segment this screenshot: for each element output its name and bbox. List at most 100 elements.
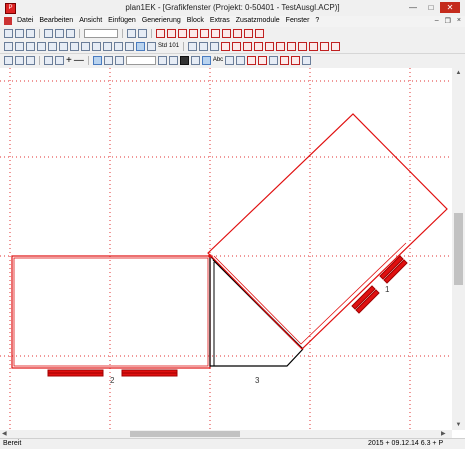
tool-25-icon[interactable] <box>298 42 308 51</box>
maximize-icon[interactable]: □ <box>424 2 438 13</box>
paste-icon[interactable] <box>66 29 75 38</box>
export-icon[interactable] <box>291 56 301 65</box>
menu-generierung[interactable]: Generierung <box>142 17 181 24</box>
plus-icon[interactable]: + <box>66 56 72 66</box>
open-folder-icon[interactable] <box>15 29 24 38</box>
tool-27-icon[interactable] <box>320 42 330 51</box>
menu-block[interactable]: Block <box>187 17 204 24</box>
zoom-all-icon[interactable] <box>55 56 64 65</box>
tool-18-icon[interactable] <box>221 42 231 51</box>
view-3d-icon[interactable] <box>258 56 268 65</box>
measure-icon[interactable] <box>269 56 279 65</box>
menu-zusatzmodule[interactable]: Zusatzmodule <box>236 17 280 24</box>
tool-8-icon[interactable] <box>81 42 90 51</box>
tool-19-icon[interactable] <box>232 42 242 51</box>
tool-22-icon[interactable] <box>265 42 275 51</box>
tool-1-icon[interactable] <box>4 42 13 51</box>
scroll-right-icon[interactable]: ▶ <box>441 430 446 438</box>
settings-icon[interactable] <box>302 56 312 65</box>
scroll-down-icon[interactable]: ▼ <box>452 420 465 430</box>
vertical-scrollbar[interactable]: ▲ ▼ <box>452 68 465 430</box>
element-opening-icon[interactable] <box>233 29 242 38</box>
scroll-up-icon[interactable]: ▲ <box>452 68 465 78</box>
std-button[interactable]: Std <box>158 42 167 51</box>
scroll-left-icon[interactable]: ◀ <box>2 430 7 438</box>
horizontal-scroll-thumb[interactable] <box>130 431 240 437</box>
dimension-icon[interactable] <box>201 56 211 65</box>
grid-icon[interactable] <box>92 56 102 65</box>
cut-icon[interactable] <box>44 29 53 38</box>
tool-16-icon[interactable] <box>199 42 209 51</box>
tool-7-icon[interactable] <box>70 42 79 51</box>
menu-ansicht[interactable]: Ansicht <box>79 17 102 24</box>
level-button[interactable]: 101 <box>169 42 179 51</box>
drawing-canvas[interactable]: 1 2 3 <box>0 68 452 430</box>
tool-11-icon[interactable] <box>114 42 123 51</box>
element-column-icon[interactable] <box>222 29 231 38</box>
text-style-icon[interactable] <box>179 56 189 65</box>
close-icon[interactable]: ✕ <box>440 2 460 13</box>
tool-5-icon[interactable] <box>48 42 57 51</box>
drawing-svg[interactable]: 1 2 3 <box>0 68 452 430</box>
copy-icon[interactable] <box>55 29 64 38</box>
menu-datei[interactable]: Datei <box>17 17 33 24</box>
tool-4-icon[interactable] <box>37 42 46 51</box>
element-window-icon[interactable] <box>167 29 176 38</box>
menu-extras[interactable]: Extras <box>210 17 230 24</box>
align-icon[interactable] <box>190 56 200 65</box>
section-icon[interactable] <box>247 56 257 65</box>
save-icon[interactable] <box>26 29 35 38</box>
mdi-close-icon[interactable]: × <box>457 17 461 25</box>
hatch-icon[interactable] <box>236 56 246 65</box>
preview-icon[interactable] <box>138 29 147 38</box>
text-tool-button[interactable]: Abc <box>213 56 223 65</box>
element-wall-icon[interactable] <box>156 29 165 38</box>
linetype-combo[interactable] <box>125 56 156 65</box>
element-beam-icon[interactable] <box>189 29 198 38</box>
menu-bearbeiten[interactable]: Bearbeiten <box>39 17 73 24</box>
tool-12-icon[interactable] <box>125 42 134 51</box>
menu-fenster[interactable]: Fenster <box>286 17 310 24</box>
menu-einfuegen[interactable]: Einfügen <box>108 17 136 24</box>
mdi-restore-icon[interactable]: ❐ <box>445 17 451 25</box>
layer-combo[interactable] <box>84 29 118 38</box>
tool-20-icon[interactable] <box>243 42 253 51</box>
tool-28-icon[interactable] <box>331 42 341 51</box>
color-icon[interactable] <box>114 56 124 65</box>
properties-icon[interactable] <box>15 56 24 65</box>
tool-21-icon[interactable] <box>254 42 264 51</box>
tool-9-icon[interactable] <box>92 42 101 51</box>
vertical-scroll-thumb[interactable] <box>454 213 463 285</box>
tool-13-icon[interactable] <box>136 42 145 51</box>
tool-10-icon[interactable] <box>103 42 112 51</box>
fill-icon[interactable] <box>103 56 113 65</box>
element-slab-icon[interactable] <box>244 29 253 38</box>
tool-26-icon[interactable] <box>309 42 319 51</box>
layer-icon[interactable] <box>225 56 235 65</box>
tool-23-icon[interactable] <box>276 42 286 51</box>
element-roof-icon[interactable] <box>200 29 209 38</box>
tool-14-icon[interactable] <box>147 42 156 51</box>
print-small-icon[interactable] <box>4 56 13 65</box>
tool-2-icon[interactable] <box>15 42 24 51</box>
mdi-minimize-icon[interactable]: – <box>435 17 439 25</box>
print-icon[interactable] <box>127 29 136 38</box>
new-file-icon[interactable] <box>4 29 13 38</box>
menu-help[interactable]: ? <box>315 17 319 24</box>
tool-3-icon[interactable] <box>26 42 35 51</box>
tool-6-icon[interactable] <box>59 42 68 51</box>
tool-17-icon[interactable] <box>210 42 220 51</box>
document-icon[interactable] <box>4 17 12 25</box>
element-rafter-icon[interactable] <box>255 29 264 38</box>
horizontal-scrollbar[interactable]: ◀ ▶ <box>0 430 452 438</box>
snap-icon[interactable] <box>168 56 178 65</box>
undo-icon[interactable] <box>26 56 35 65</box>
tool-15-icon[interactable] <box>188 42 198 51</box>
zoom-icon[interactable] <box>44 56 53 65</box>
element-door-icon[interactable] <box>178 29 187 38</box>
element-stair-icon[interactable] <box>211 29 220 38</box>
pen-icon[interactable] <box>157 56 167 65</box>
mark-icon[interactable] <box>280 56 290 65</box>
minimize-icon[interactable]: — <box>406 2 420 13</box>
tool-24-icon[interactable] <box>287 42 297 51</box>
